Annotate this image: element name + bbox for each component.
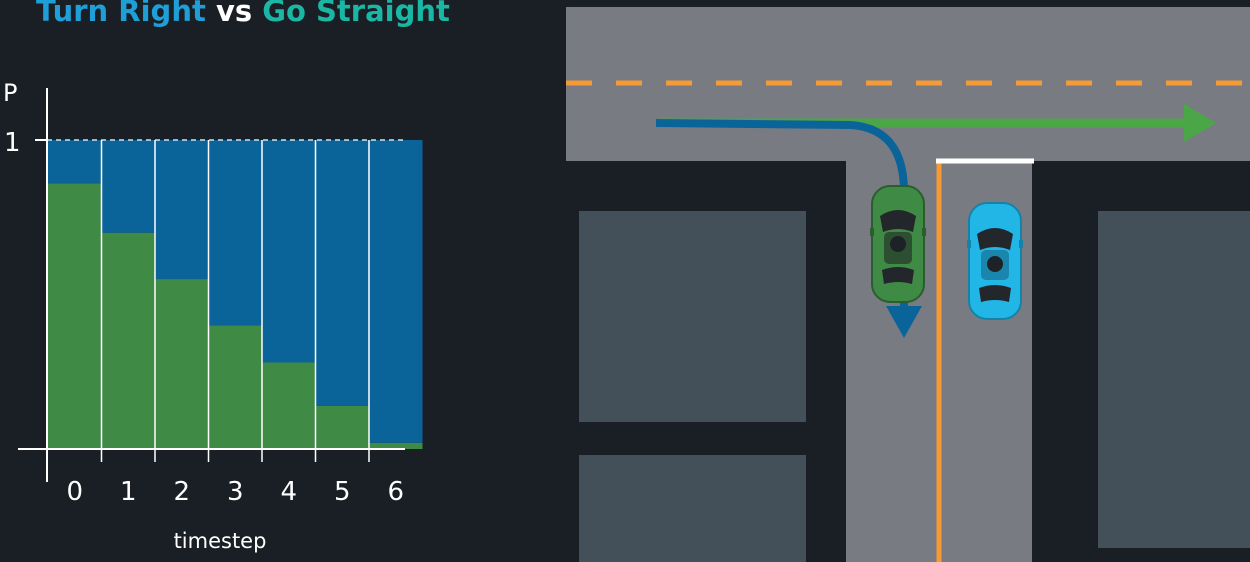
city-block-bottom-left xyxy=(579,455,806,562)
green-car-icon xyxy=(870,185,926,303)
intersection-scene xyxy=(566,7,1250,562)
city-block-top-left xyxy=(579,211,806,422)
city-block-right xyxy=(1098,211,1250,548)
blue-car-icon xyxy=(967,202,1023,320)
